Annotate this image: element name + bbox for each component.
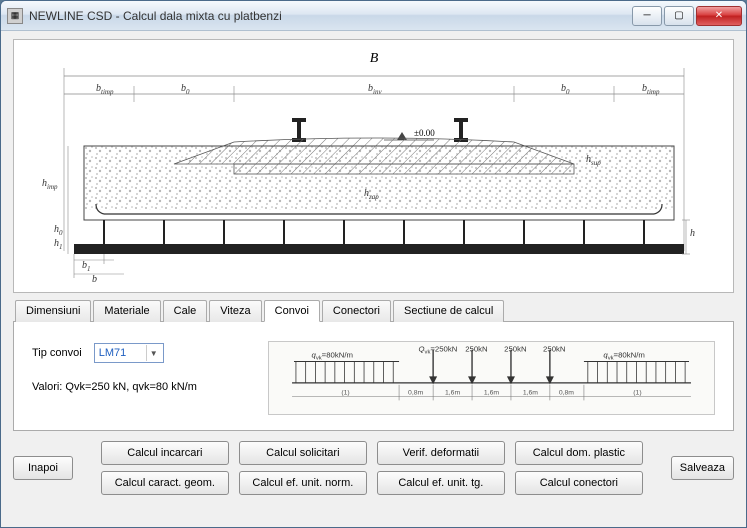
calcul-ef-unit-norm-button[interactable]: Calcul ef. unit. norm. [239,471,367,495]
svg-text:himp: himp [42,178,58,191]
inapoi-button[interactable]: Inapoi [13,456,73,480]
app-window: ▦ NEWLINE CSD - Calcul dala mixta cu pla… [0,0,747,528]
svg-text:Qvk=250kN: Qvk=250kN [419,345,458,356]
calcul-solicitari-button[interactable]: Calcul solicitari [239,441,367,465]
svg-text:250kN: 250kN [543,345,565,354]
tabstrip: Dimensiuni Materiale Cale Viteza Convoi … [13,299,734,322]
svg-text:h0: h0 [54,224,63,237]
minimize-button[interactable]: ─ [632,6,662,26]
tab-conectori[interactable]: Conectori [322,300,391,322]
tip-convoi-value: LM71 [99,347,127,359]
calcul-ef-unit-tg-button[interactable]: Calcul ef. unit. tg. [377,471,505,495]
maximize-button[interactable]: ▢ [664,6,694,26]
tip-convoi-combo[interactable]: LM71 ▼ [94,343,164,363]
titlebar: ▦ NEWLINE CSD - Calcul dala mixta cu pla… [1,1,746,31]
svg-text:b: b [92,274,97,285]
svg-text:h1: h1 [54,238,63,251]
tab-convoi[interactable]: Convoi [264,300,320,322]
calcul-caract-geom-button[interactable]: Calcul caract. geom. [101,471,229,495]
svg-text:1,6m: 1,6m [523,390,538,397]
svg-text:h: h [690,228,695,239]
app-icon: ▦ [7,8,23,24]
svg-text:qvk=80kN/m: qvk=80kN/m [603,351,644,362]
tab-materiale[interactable]: Materiale [93,300,160,322]
tab-sectiune[interactable]: Sectiune de calcul [393,300,504,322]
window-title: NEWLINE CSD - Calcul dala mixta cu platb… [29,9,632,23]
tab-viteza[interactable]: Viteza [209,300,261,322]
svg-text:±0.00: ±0.00 [414,128,435,138]
svg-text:0,8m: 0,8m [408,390,423,397]
section-svg: B btimp b0 binv b0 btimp [34,46,714,286]
tip-convoi-label: Tip convoi [32,347,82,359]
tab-dimensiuni[interactable]: Dimensiuni [15,300,91,322]
calcul-conectori-button[interactable]: Calcul conectori [515,471,643,495]
chevron-down-icon: ▼ [146,345,161,361]
svg-text:(1): (1) [633,390,641,397]
svg-text:250kN: 250kN [465,345,487,354]
calcul-incarcari-button[interactable]: Calcul incarcari [101,441,229,465]
svg-text:b1: b1 [82,260,91,273]
calcul-dom-plastic-button[interactable]: Calcul dom. plastic [515,441,643,465]
svg-text:1,6m: 1,6m [484,390,499,397]
svg-text:(1): (1) [341,390,349,397]
client-area: B btimp b0 binv b0 btimp [1,31,746,527]
calc-buttons: Calcul incarcari Calcul solicitari Verif… [83,441,661,495]
convoi-controls: Tip convoi LM71 ▼ Valori: Qvk=250 kN, qv… [32,341,252,393]
label-B: B [369,51,378,66]
section-diagram: B btimp b0 binv b0 btimp [13,39,734,293]
verif-deformatii-button[interactable]: Verif. deformatii [377,441,505,465]
window-controls: ─ ▢ ✕ [632,6,742,26]
salveaza-button[interactable]: Salveaza [671,456,734,480]
tabpanel-convoi: Tip convoi LM71 ▼ Valori: Qvk=250 kN, qv… [13,321,734,431]
tab-area: Dimensiuni Materiale Cale Viteza Convoi … [13,299,734,431]
valori-text: Valori: Qvk=250 kN, qvk=80 kN/m [32,381,252,393]
close-button[interactable]: ✕ [696,6,742,26]
svg-text:0,8m: 0,8m [559,390,574,397]
load-diagram: qvk=80kN/m Qvk=250kN 250kN 250kN 250kN q… [268,341,715,415]
svg-text:qvk=80kN/m: qvk=80kN/m [312,351,353,362]
bottom-bar: Inapoi Calcul incarcari Calcul solicitar… [13,437,734,495]
tab-cale[interactable]: Cale [163,300,208,322]
svg-text:250kN: 250kN [504,345,526,354]
svg-text:1,6m: 1,6m [445,390,460,397]
